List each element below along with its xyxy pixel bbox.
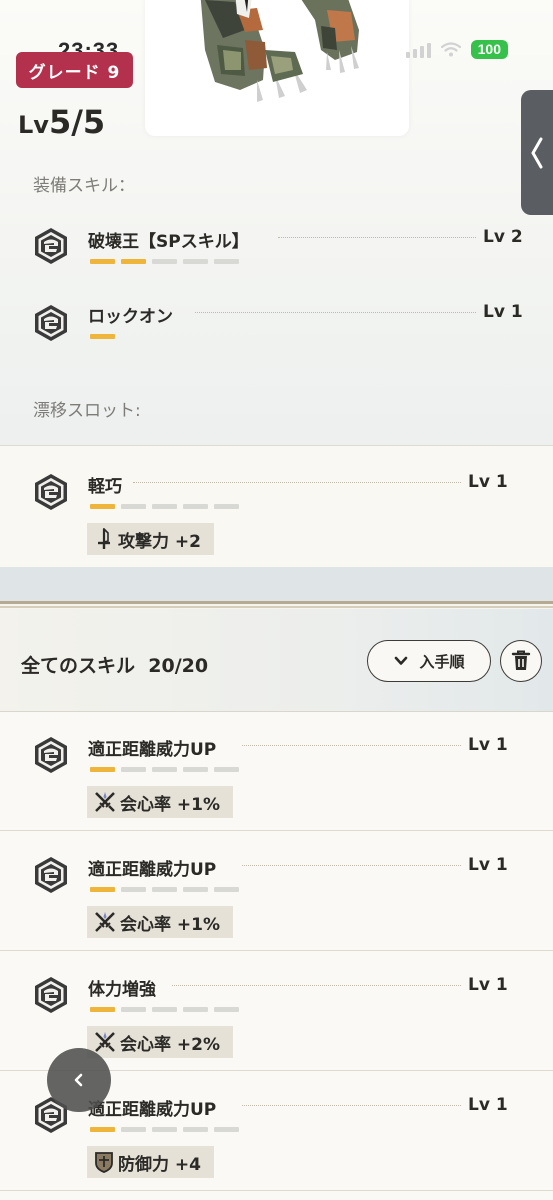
skill-list	[0, 712, 553, 1200]
skill-level: Lv 1	[468, 975, 508, 995]
level-pips	[90, 887, 239, 892]
skill-hexagon-icon	[35, 305, 67, 341]
signal-icon	[405, 42, 431, 58]
dotted-leader	[242, 1105, 461, 1106]
all-skills-header: 全てのスキル 20/20 入手順	[0, 609, 553, 712]
sort-order-button[interactable]: 入手順	[367, 640, 491, 682]
level-value: 5/5	[48, 103, 106, 141]
skill-effect-badge: 会心率 +1%	[87, 906, 234, 938]
level-pips	[90, 504, 239, 509]
effect-text: 会心率 +1%	[120, 794, 221, 815]
skill-hexagon-icon	[35, 977, 67, 1013]
effect-text: 会心率 +2%	[120, 1034, 221, 1055]
skill-name: 体力増強	[88, 980, 156, 1000]
skill-level: Lv 2	[483, 227, 523, 247]
level-pips	[90, 1007, 239, 1012]
wifi-icon	[440, 42, 461, 57]
grade-badge: グレード 9	[16, 52, 133, 88]
chevron-left-icon	[74, 1073, 83, 1087]
crossed-blades-icon	[95, 1032, 115, 1052]
effect-text: 会心率 +1%	[120, 914, 221, 935]
level-pips	[90, 767, 239, 772]
skill-name: 適正距離威力UP	[88, 740, 217, 760]
level-prefix: Lv	[18, 111, 49, 139]
list-divider	[0, 1190, 553, 1191]
all-skills-count: 20/20	[148, 655, 209, 677]
drift-slot-panel	[0, 445, 553, 567]
skill-name: 適正距離威力UP	[88, 860, 217, 880]
dotted-leader	[242, 745, 461, 746]
crossed-blades-icon	[95, 792, 115, 812]
battery-indicator: 100	[470, 40, 508, 59]
skill-hexagon-icon	[35, 228, 67, 264]
dotted-leader	[242, 865, 461, 866]
side-panel-tab[interactable]	[521, 90, 553, 215]
skill-level: Lv 1	[468, 735, 508, 755]
delete-button[interactable]	[500, 640, 542, 682]
equipped-skills-label: 装備スキル：	[33, 176, 135, 196]
list-divider	[0, 950, 553, 951]
equipment-artwork	[145, 0, 409, 136]
sword-icon	[98, 528, 110, 549]
equipment-level: Lv5/5	[18, 103, 105, 141]
all-skills-title: 全てのスキル 20/20	[21, 651, 208, 678]
skill-name: 適正距離威力UP	[88, 1100, 217, 1120]
all-skills-label: 全てのスキル	[21, 655, 136, 677]
section-divider	[0, 601, 553, 604]
skill-level: Lv 1	[468, 1095, 508, 1115]
list-divider	[0, 830, 553, 831]
gauntlet-right-image	[301, 0, 359, 73]
crossed-blades-icon	[95, 912, 115, 932]
skill-effect-badge: 会心率 +2%	[87, 1026, 234, 1058]
skill-level: Lv 1	[468, 855, 508, 875]
skill-hexagon-icon	[35, 857, 67, 893]
skill-name: 軽巧	[88, 477, 122, 497]
skill-level: Lv 1	[483, 302, 523, 322]
skill-level: Lv 1	[468, 472, 508, 492]
section-band	[0, 567, 553, 602]
section-divider	[0, 606, 553, 608]
chevron-down-icon	[395, 656, 408, 665]
drift-slot-label: 漂移スロット:	[33, 401, 141, 421]
skill-effect-badge: 防御力 +4	[87, 1146, 214, 1178]
level-pips	[90, 1127, 239, 1132]
skill-effect-badge: 攻撃力 +2	[87, 523, 214, 555]
dotted-leader	[278, 237, 476, 238]
dotted-leader	[195, 312, 476, 313]
gauntlet-left-image	[200, 0, 307, 102]
skill-hexagon-icon	[35, 737, 67, 773]
effect-text: 防御力 +4	[118, 1154, 201, 1175]
floating-back-button[interactable]	[47, 1048, 111, 1112]
status-icons: 100	[405, 40, 508, 59]
shield-icon	[95, 1152, 113, 1173]
skill-effect-badge: 会心率 +1%	[87, 786, 234, 818]
dotted-leader	[172, 985, 461, 986]
level-pips	[90, 259, 239, 264]
dotted-leader	[133, 482, 461, 483]
skill-hexagon-icon	[35, 474, 67, 510]
level-pips	[90, 334, 115, 339]
effect-text: 攻撃力 +2	[118, 531, 201, 552]
skill-name: 破壊王【SPスキル】	[88, 232, 249, 252]
sort-order-label: 入手順	[419, 652, 465, 671]
trash-icon	[511, 650, 531, 670]
skill-name: ロックオン	[88, 307, 173, 327]
chevron-left-icon	[531, 137, 543, 168]
